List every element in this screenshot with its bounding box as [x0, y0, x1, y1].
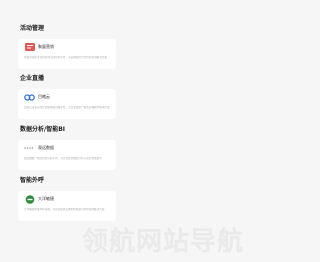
section-title-bi: 数据分析/智能BI — [20, 126, 65, 133]
dotted-logo-icon — [24, 144, 35, 152]
tool-name: 目睹云 — [38, 94, 50, 99]
section-title-live: 企业直播 — [20, 75, 45, 82]
tool-name: 聚量营销 — [38, 44, 54, 49]
page: 活动管理 聚量营销 聚量营销是专业的营销活动管理平台，为品牌提供全方位的营销解决… — [0, 0, 262, 262]
tool-card-dayang[interactable]: 大洋敏捷 大洋敏捷智能外呼系统，为企业提供高效的智能语音外呼服务解决方案 — [18, 191, 116, 221]
tool-name: 观远数据 — [38, 145, 54, 150]
site-watermark: 领航网站导航 — [82, 227, 245, 257]
app-logo-icon — [24, 43, 35, 51]
tool-card-guanyuan[interactable]: 观远数据 观远数据一站式智能分析平台，为企业提供数据分析与商业智能服务 — [18, 140, 116, 170]
tool-card-juliang[interactable]: 聚量营销 聚量营销是专业的营销活动管理平台，为品牌提供全方位的营销解决方案 — [18, 39, 116, 69]
tool-card-mudu[interactable]: 目睹云 目睹云是专业的企业级视频直播平台，为企业提供一站式直播服务解决方案 — [18, 89, 116, 119]
tool-description: 目睹云是专业的企业级视频直播平台，为企业提供一站式直播服务解决方案 — [24, 106, 110, 109]
tool-description: 聚量营销是专业的营销活动管理平台，为品牌提供全方位的营销解决方案 — [24, 56, 107, 59]
tool-description: 观远数据一站式智能分析平台，为企业提供数据分析与商业智能服务 — [24, 157, 102, 160]
section-title-call: 智能外呼 — [20, 177, 45, 184]
section-title-activity: 活动管理 — [20, 25, 45, 32]
brand-logo-icon — [24, 194, 35, 204]
infinity-logo-icon — [24, 93, 35, 101]
tool-description: 大洋敏捷智能外呼系统，为企业提供高效的智能语音外呼服务解决方案 — [24, 208, 105, 211]
tool-name: 大洋敏捷 — [38, 196, 54, 201]
